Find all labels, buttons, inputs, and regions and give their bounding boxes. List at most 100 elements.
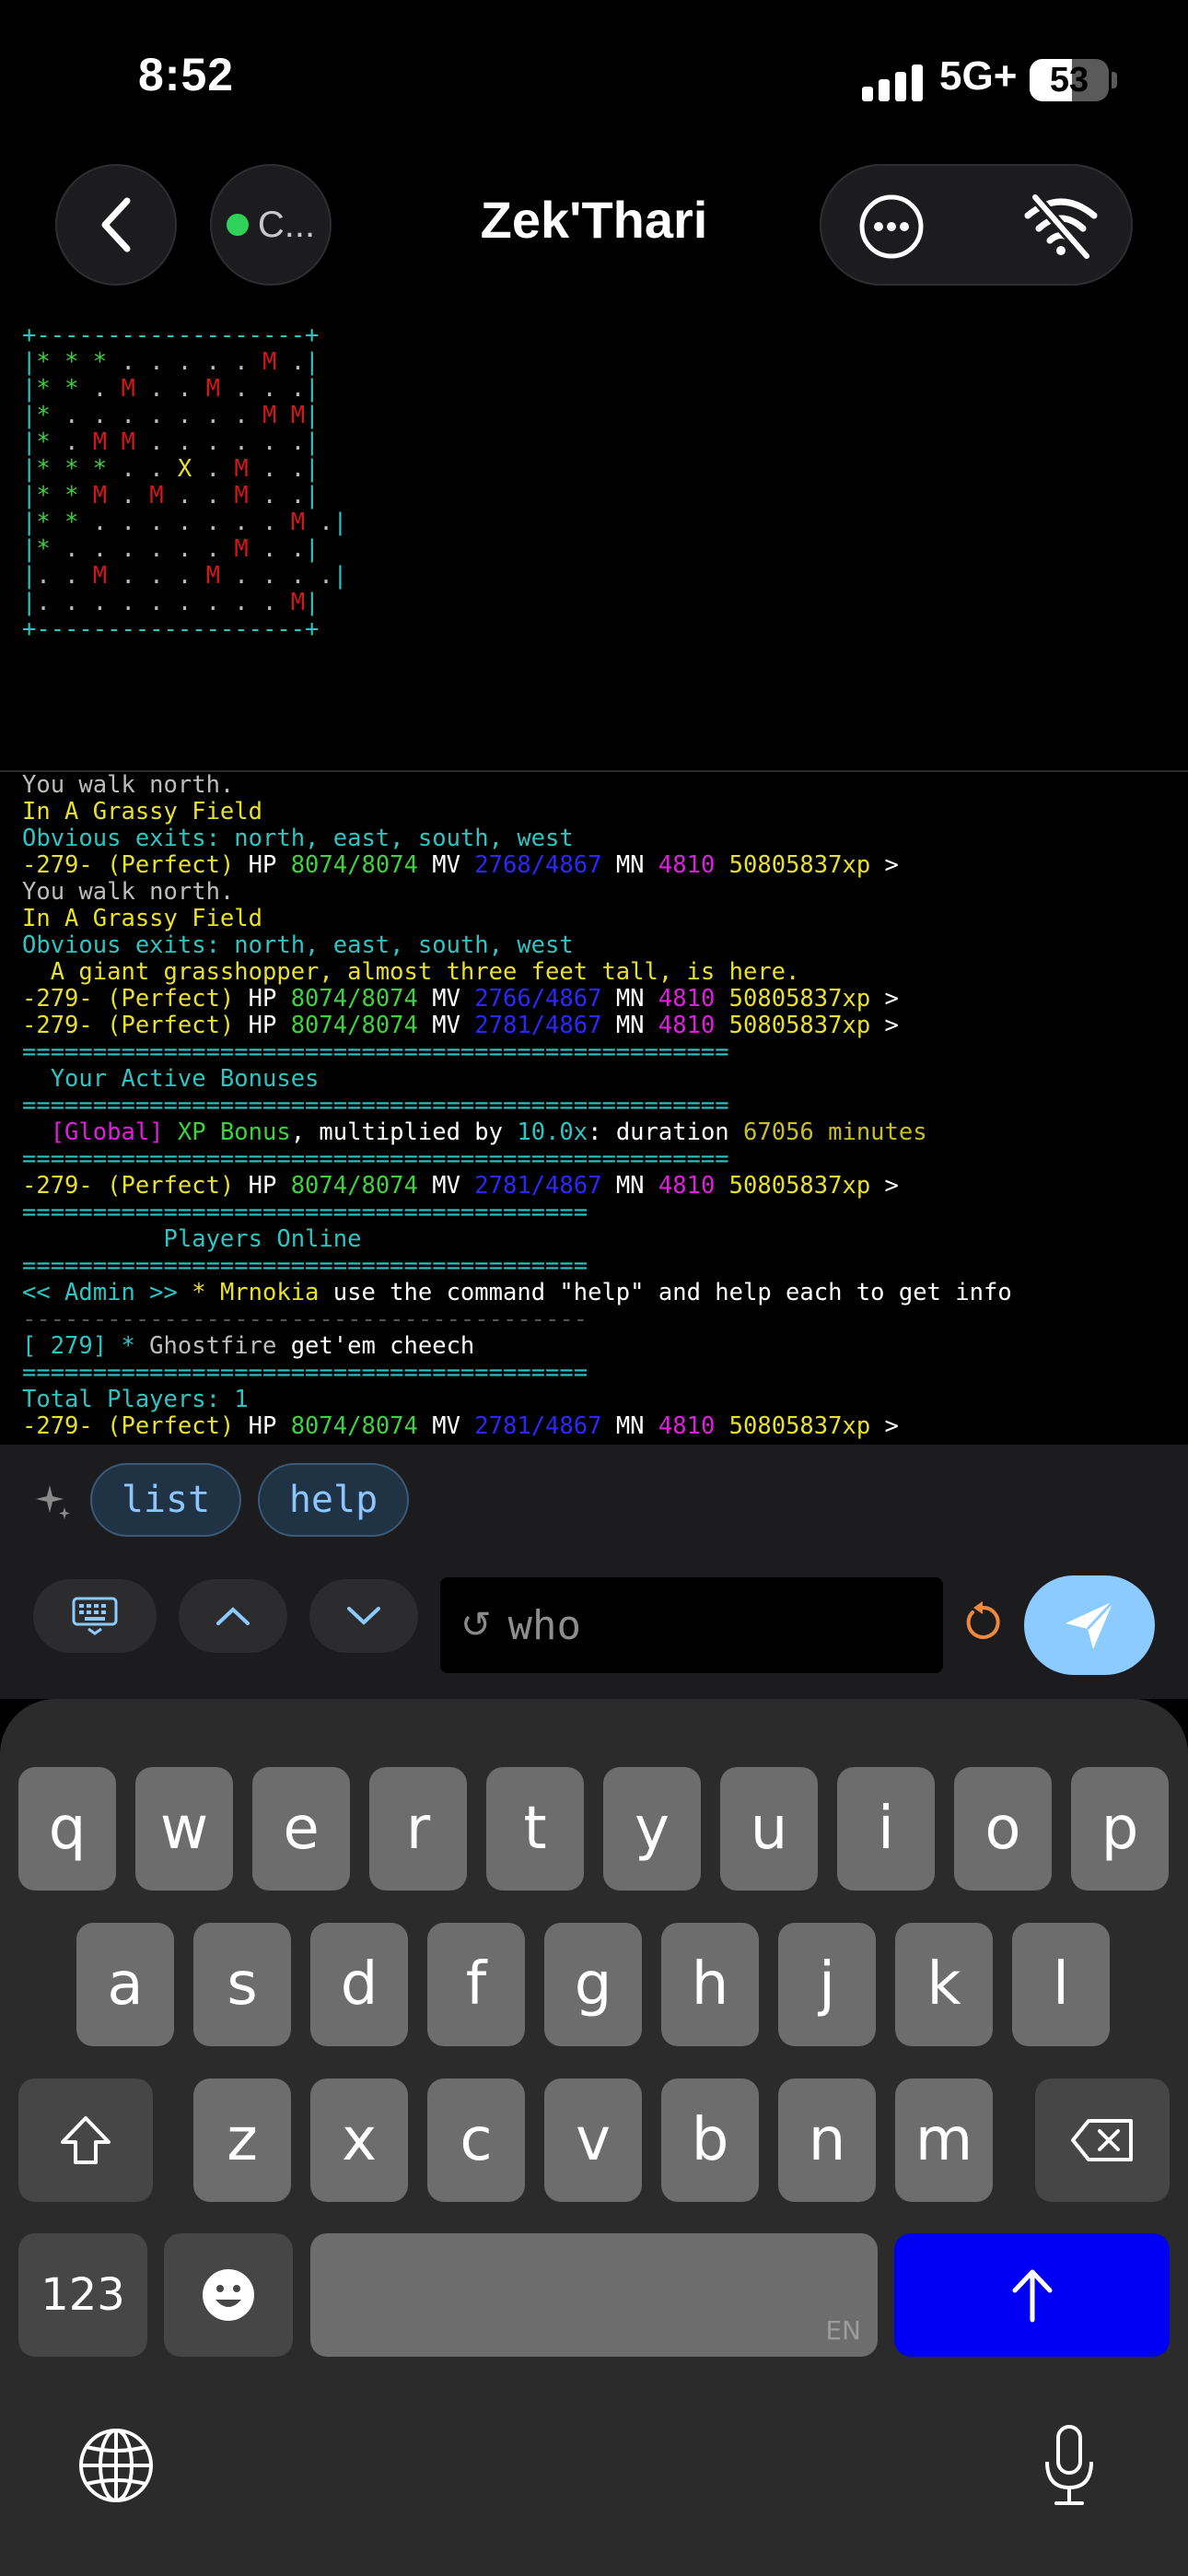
keyboard-toggle-button[interactable] <box>33 1579 157 1653</box>
history-down-button[interactable] <box>309 1579 418 1653</box>
output-text: Ghostfire <box>149 1332 277 1360</box>
key-n[interactable]: n <box>778 2078 876 2202</box>
sparkle-icon[interactable] <box>33 1481 74 1522</box>
reset-icon[interactable] <box>960 1599 1006 1645</box>
key-z[interactable]: z <box>193 2078 291 2202</box>
command-input[interactable] <box>507 1601 895 1649</box>
more-options-button[interactable] <box>858 193 925 260</box>
map-text: * * <box>36 375 93 403</box>
dictation-key[interactable] <box>1037 2421 1101 2510</box>
disconnect-button[interactable] <box>1022 193 1100 260</box>
key-y[interactable]: y <box>603 1767 701 1891</box>
key-e[interactable]: e <box>252 1767 350 1891</box>
output-text: MV <box>417 851 475 879</box>
key-g[interactable]: g <box>544 1923 642 2046</box>
history-icon: ↺ <box>460 1604 492 1646</box>
output-text: MV <box>417 1172 475 1200</box>
numbers-key[interactable]: 123 <box>18 2233 147 2357</box>
key-c[interactable]: c <box>427 2078 525 2202</box>
key-v[interactable]: v <box>544 2078 642 2202</box>
output-text: > <box>870 985 899 1013</box>
key-i[interactable]: i <box>837 1767 935 1891</box>
map-text: | <box>22 589 37 616</box>
map-text: * * <box>36 482 93 509</box>
key-b[interactable]: b <box>661 2078 759 2202</box>
key-m[interactable]: m <box>895 2078 993 2202</box>
output-text: ======================================== <box>22 1252 588 1280</box>
output-text: HP <box>248 985 291 1013</box>
map-text: . . . <box>107 562 206 590</box>
map-text: . . <box>248 535 306 563</box>
key-q[interactable]: q <box>18 1767 116 1891</box>
map-text: X <box>177 455 192 483</box>
map-text: . <box>276 348 306 376</box>
ellipsis-circle-icon <box>859 194 924 259</box>
key-t[interactable]: t <box>486 1767 584 1891</box>
key-k[interactable]: k <box>895 1923 993 2046</box>
map-text: | <box>22 428 37 456</box>
quick-command-list[interactable]: list <box>90 1463 241 1537</box>
key-o[interactable]: o <box>954 1767 1052 1891</box>
key-f[interactable]: f <box>427 1923 525 2046</box>
output-text: 2781/4867 <box>474 1012 602 1039</box>
output-line: In A Grassy Field <box>22 906 1012 932</box>
command-field[interactable]: ↺ <box>440 1577 943 1673</box>
output-text: 4810 <box>658 1412 716 1440</box>
delete-icon <box>1071 2119 1133 2161</box>
output-line: ---------------------------------------- <box>22 1306 1012 1333</box>
key-w[interactable]: w <box>135 1767 233 1891</box>
map-line: |* . . . . . . M . .| <box>22 536 347 563</box>
battery-tip <box>1112 72 1117 88</box>
key-j[interactable]: j <box>778 1923 876 2046</box>
send-button[interactable] <box>1024 1575 1155 1675</box>
output-text: ======================================== <box>22 1359 588 1387</box>
map-line: |* * . M . . M . . .| <box>22 376 347 403</box>
output-text: Your Active Bonuses <box>22 1065 320 1093</box>
map-line: |* * . . . . . . . M .| <box>22 509 347 536</box>
map-text: . . <box>248 482 306 509</box>
output-text: You walk north. <box>22 771 235 799</box>
key-l[interactable]: l <box>1012 1923 1110 2046</box>
key-d[interactable]: d <box>310 1923 408 2046</box>
key-a[interactable]: a <box>76 1923 174 2046</box>
return-key[interactable] <box>894 2233 1170 2357</box>
microphone-icon <box>1045 2425 1093 2505</box>
map-text: . . <box>36 562 93 590</box>
key-u[interactable]: u <box>720 1767 818 1891</box>
output-text: 8074/8074 <box>290 1172 418 1200</box>
key-h[interactable]: h <box>661 1923 759 2046</box>
map-text: | <box>22 375 37 403</box>
delete-key[interactable] <box>1035 2078 1170 2202</box>
globe-key[interactable] <box>77 2427 155 2504</box>
output-text: 4810 <box>658 1012 716 1039</box>
shift-icon <box>61 2116 111 2164</box>
map-text: * <box>36 428 65 456</box>
map-text: M <box>234 455 249 483</box>
key-p[interactable]: p <box>1071 1767 1169 1891</box>
output-text: MN <box>601 1172 658 1200</box>
map-text: . <box>107 482 150 509</box>
emoji-key[interactable] <box>164 2233 293 2357</box>
quick-command-help[interactable]: help <box>258 1463 409 1537</box>
map-text: . . . <box>219 375 306 403</box>
output-text: , multiplied by <box>290 1118 518 1146</box>
key-s[interactable]: s <box>193 1923 291 2046</box>
output-text: HP <box>248 851 291 879</box>
output-text: -279- (Perfect) <box>22 985 249 1013</box>
map-text: . . . . . . <box>64 535 235 563</box>
output-line: Your Active Bonuses <box>22 1066 1012 1093</box>
map-text: . . . . . . <box>134 428 306 456</box>
key-x[interactable]: x <box>310 2078 408 2202</box>
map-text: . . . . <box>219 562 333 590</box>
map-text: M <box>290 509 306 536</box>
history-up-button[interactable] <box>179 1579 287 1653</box>
shift-key[interactable] <box>18 2078 153 2202</box>
map-text: | <box>22 455 37 483</box>
map-text: | <box>305 428 320 456</box>
output-text: ========================================… <box>22 1092 729 1119</box>
output-line: You walk north. <box>22 772 1012 799</box>
map-text: . <box>305 509 333 536</box>
key-r[interactable]: r <box>369 1767 467 1891</box>
output-text: MV <box>417 985 475 1013</box>
space-key[interactable]: EN <box>310 2233 878 2357</box>
